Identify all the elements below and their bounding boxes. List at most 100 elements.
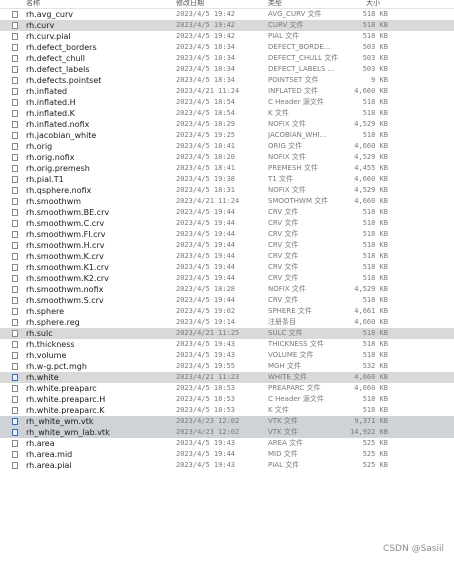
file-name: rh.smoothwm.nofix <box>26 285 104 294</box>
file-size: 4,529 KB <box>354 186 388 194</box>
file-icon <box>12 242 18 249</box>
file-name: rh.white.preaparc.K <box>26 406 105 415</box>
file-row[interactable]: rh.smoothwm.C.crv 2023/4/5 19:44 CRV 文件 518… <box>0 218 454 229</box>
file-date: 2023/4/5 19:43 <box>176 461 236 469</box>
column-header: 名称 修改日期 类型 大小 <box>0 0 454 9</box>
file-row[interactable]: rh.orig.nofix 2023/4/5 18:20 NOFIX 文件 4,529… <box>0 152 454 163</box>
column-header-date[interactable]: 修改日期 <box>176 0 204 8</box>
file-name: rh.area.mid <box>26 450 73 459</box>
file-row[interactable]: rh.defect_labels 2023/4/5 18:34 DEFECT_LAB… <box>0 64 454 75</box>
file-name: rh.avg_curv <box>26 10 73 19</box>
file-icon <box>12 220 18 227</box>
file-size: 518 KB <box>362 406 388 414</box>
file-date: 2023/4/21 11:24 <box>176 197 240 205</box>
file-row[interactable]: rh.inflated.H 2023/4/5 18:54 C Header 源文件 5… <box>0 97 454 108</box>
file-row[interactable]: rh.pial.T1 2023/4/5 19:38 T1 文件 4,660 KB <box>0 174 454 185</box>
file-row[interactable]: rh.area 2023/4/5 19:43 AREA 文件 525 KB <box>0 438 454 449</box>
file-row[interactable]: rh_white_wm.vtk 2023/4/23 12:02 VTK 文件 9,37… <box>0 416 454 427</box>
file-name: rh.smoothwm.K2.crv <box>26 274 109 283</box>
file-icon <box>12 88 18 95</box>
file-size: 4,660 KB <box>354 175 388 183</box>
file-row[interactable]: rh.sphere.reg 2023/4/5 19:14 注册条目 4,660 KB <box>0 317 454 328</box>
file-row[interactable]: rh.defect_chull 2023/4/5 18:34 DEFECT_CHUL… <box>0 53 454 64</box>
file-icon <box>12 308 18 315</box>
file-row[interactable]: rh.orig.premesh 2023/4/5 18:41 PREMESH 文件 4… <box>0 163 454 174</box>
file-row[interactable]: rh.smoothwm.K.crv 2023/4/5 19:44 CRV 文件 518… <box>0 251 454 262</box>
file-row[interactable]: rh.sphere 2023/4/5 19:02 SPHERE 文件 4,661 KB <box>0 306 454 317</box>
file-date: 2023/4/23 12:02 <box>176 417 240 425</box>
file-row[interactable]: rh.defects.pointset 2023/4/5 18:34 POINTSE… <box>0 75 454 86</box>
file-row[interactable]: rh.avg_curv 2023/4/5 19:42 AVG_CURV 文件 518 … <box>0 9 454 20</box>
file-icon <box>12 66 18 73</box>
file-row[interactable]: rh.smoothwm.S.crv 2023/4/5 19:44 CRV 文件 518… <box>0 295 454 306</box>
file-date: 2023/4/5 19:44 <box>176 208 236 216</box>
file-name: rh.defect_chull <box>26 54 86 63</box>
file-name: rh.smoothwm.K.crv <box>26 252 104 261</box>
file-name: rh.defect_labels <box>26 65 90 74</box>
file-row[interactable]: rh.smoothwm 2023/4/21 11:24 SMOOTHWM 文件 4,6… <box>0 196 454 207</box>
file-row[interactable]: rh.smoothwm.nofix 2023/4/5 18:28 NOFIX 文件 4… <box>0 284 454 295</box>
file-icon <box>12 462 18 469</box>
file-list: rh.avg_curv 2023/4/5 19:42 AVG_CURV 文件 518 … <box>0 9 454 471</box>
file-row[interactable]: rh.volume 2023/4/5 19:43 VOLUME 文件 518 KB <box>0 350 454 361</box>
file-row[interactable]: rh.inflated.K 2023/4/5 18:54 K 文件 518 KB <box>0 108 454 119</box>
file-row[interactable]: rh.white.preaparc.H 2023/4/5 18:53 C Heade… <box>0 394 454 405</box>
file-date: 2023/4/5 19:42 <box>176 32 236 40</box>
file-date: 2023/4/5 18:54 <box>176 98 236 106</box>
file-icon <box>12 396 18 403</box>
file-row[interactable]: rh.qsphere.nofix 2023/4/5 18:31 NOFIX 文件 4,… <box>0 185 454 196</box>
file-row[interactable]: rh.orig 2023/4/5 18:41 ORIG 文件 4,660 KB <box>0 141 454 152</box>
file-row[interactable]: rh.white.preaparc.K 2023/4/5 18:53 K 文件 518… <box>0 405 454 416</box>
file-date: 2023/4/5 18:20 <box>176 153 236 161</box>
column-header-name[interactable]: 名称 <box>26 0 40 8</box>
file-size: 525 KB <box>362 439 388 447</box>
file-name: rh.qsphere.nofix <box>26 186 92 195</box>
column-header-size[interactable]: 大小 <box>366 0 380 8</box>
file-date: 2023/4/5 18:41 <box>176 164 236 172</box>
file-date: 2023/4/5 18:34 <box>176 43 236 51</box>
file-name: rh_white_wm_lab.vtk <box>26 428 110 437</box>
file-date: 2023/4/5 19:14 <box>176 318 236 326</box>
file-row[interactable]: rh.smoothwm.K1.crv 2023/4/5 19:44 CRV 文件 51… <box>0 262 454 273</box>
file-row[interactable]: rh.smoothwm.BE.crv 2023/4/5 19:44 CRV 文件 51… <box>0 207 454 218</box>
file-icon <box>12 44 18 51</box>
file-row[interactable]: rh.smoothwm.K2.crv 2023/4/5 19:44 CRV 文件 51… <box>0 273 454 284</box>
file-row[interactable]: rh_white_wm_lab.vtk 2023/4/23 12:02 VTK 文件… <box>0 427 454 438</box>
file-row[interactable]: rh.inflated.nofix 2023/4/5 18:29 NOFIX 文件 4… <box>0 119 454 130</box>
file-date: 2023/4/5 19:55 <box>176 362 236 370</box>
file-icon <box>12 330 18 337</box>
file-icon <box>12 154 18 161</box>
file-row[interactable]: rh.sulc 2023/4/21 11:25 SULC 文件 518 KB <box>0 328 454 339</box>
column-header-type[interactable]: 类型 <box>268 0 282 8</box>
file-icon <box>12 374 18 381</box>
file-row[interactable]: rh.curv.pial 2023/4/5 19:42 PIAL 文件 518 KB <box>0 31 454 42</box>
file-size: 503 KB <box>362 43 388 51</box>
file-size: 4,660 KB <box>354 384 388 392</box>
file-row[interactable]: rh.jacobian_white 2023/4/5 19:25 JACOBIAN_… <box>0 130 454 141</box>
file-row[interactable]: rh.white.preaparc 2023/4/5 18:53 PREAPARC … <box>0 383 454 394</box>
file-row[interactable]: rh.smoothwm.FI.crv 2023/4/5 19:44 CRV 文件 51… <box>0 229 454 240</box>
file-size: 518 KB <box>362 109 388 117</box>
file-name: rh.smoothwm <box>26 197 82 206</box>
file-icon <box>12 55 18 62</box>
file-row[interactable]: rh.defect_borders 2023/4/5 18:34 DEFECT_BO… <box>0 42 454 53</box>
file-row[interactable]: rh.inflated 2023/4/21 11:24 INFLATED 文件 4,6… <box>0 86 454 97</box>
file-size: 518 KB <box>362 296 388 304</box>
file-icon <box>12 132 18 139</box>
file-row[interactable]: rh.curv 2023/4/5 19:42 CURV 文件 518 KB <box>0 20 454 31</box>
file-row[interactable]: rh.smoothwm.H.crv 2023/4/5 19:44 CRV 文件 518… <box>0 240 454 251</box>
file-date: 2023/4/5 19:44 <box>176 219 236 227</box>
file-row[interactable]: rh.white 2023/4/21 11:23 WHITE 文件 4,660 KB <box>0 372 454 383</box>
file-date: 2023/4/5 18:34 <box>176 76 236 84</box>
file-row[interactable]: rh.thickness 2023/4/5 19:43 THICKNESS 文件 51… <box>0 339 454 350</box>
file-name: rh.defect_borders <box>26 43 97 52</box>
file-size: 4,660 KB <box>354 373 388 381</box>
file-date: 2023/4/5 18:29 <box>176 120 236 128</box>
file-size: 518 KB <box>362 131 388 139</box>
file-row[interactable]: rh.area.pial 2023/4/5 19:43 PIAL 文件 525 KB <box>0 460 454 471</box>
file-row[interactable]: rh.w-g.pct.mgh 2023/4/5 19:55 MGH 文件 532 KB <box>0 361 454 372</box>
watermark: CSDN @Sasiil <box>383 544 444 554</box>
file-name: rh.smoothwm.FI.crv <box>26 230 106 239</box>
file-row[interactable]: rh.area.mid 2023/4/5 19:44 MID 文件 525 KB <box>0 449 454 460</box>
file-name: rh.orig.premesh <box>26 164 90 173</box>
